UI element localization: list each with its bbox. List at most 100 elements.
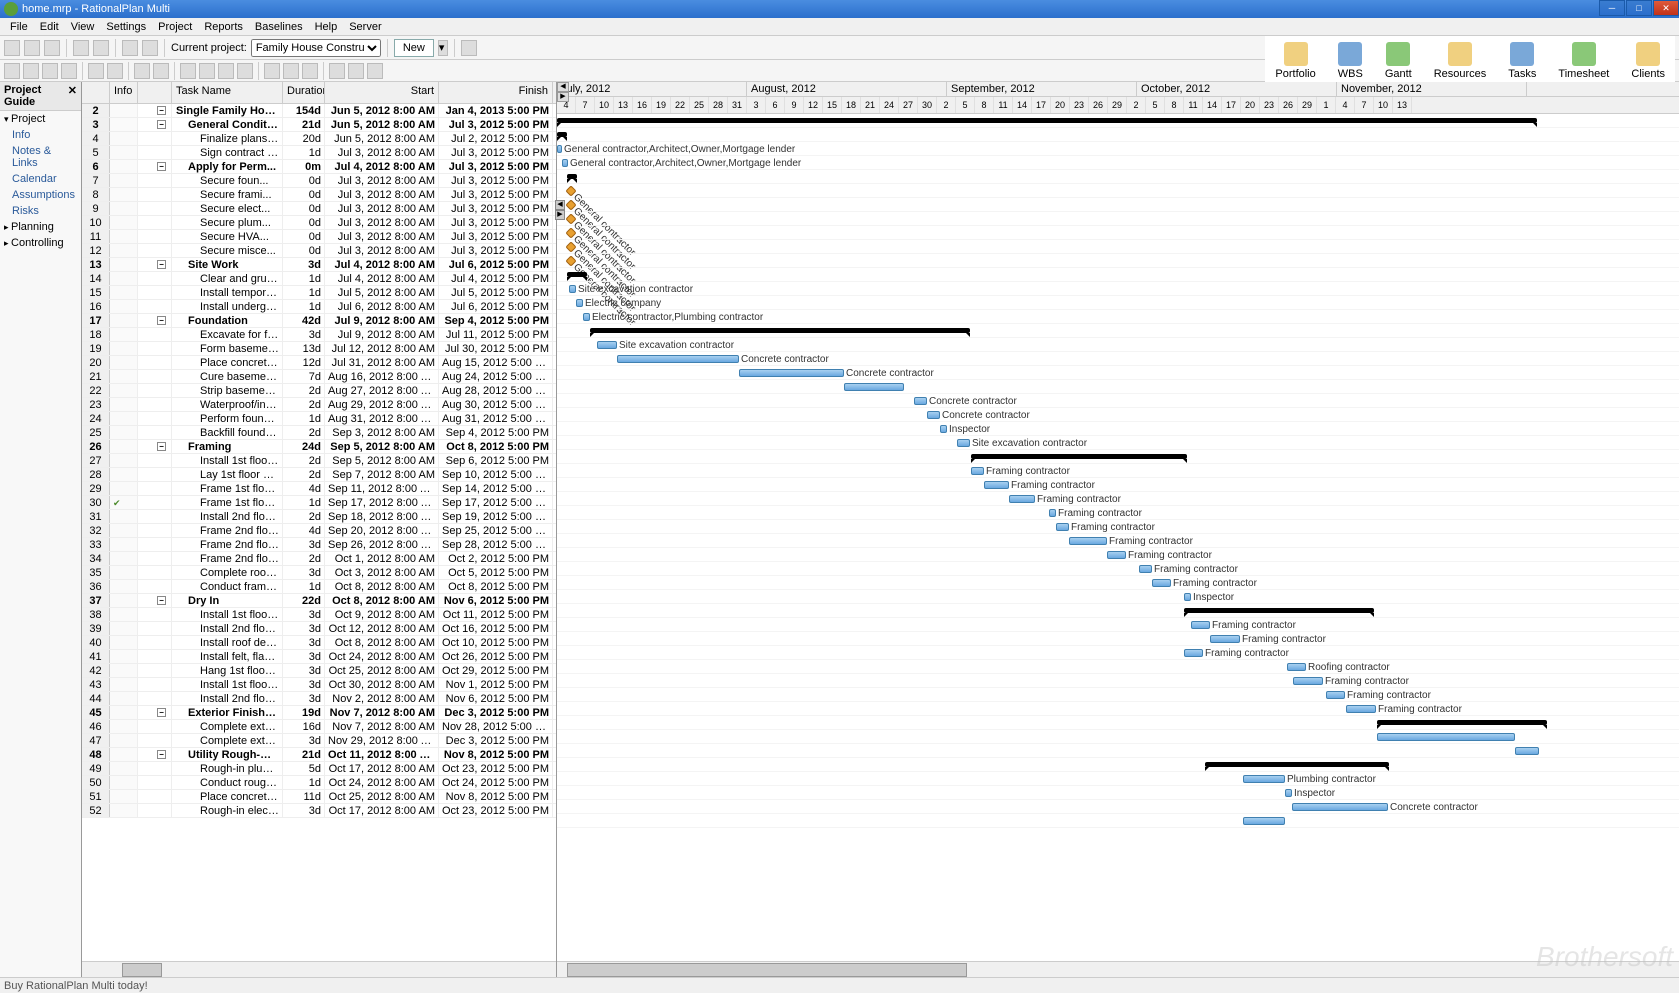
attach-icon[interactable] xyxy=(461,40,477,56)
table-row[interactable]: 3−General Condition...21dJun 5, 2012 8:0… xyxy=(82,118,556,132)
resources-view-button[interactable]: Resources xyxy=(1428,40,1493,82)
portfolio-view-button[interactable]: Portfolio xyxy=(1269,40,1321,82)
table-row[interactable]: 15Install temporar...1dJul 5, 2012 8:00 … xyxy=(82,286,556,300)
table-row[interactable]: 7Secure foun...0dJul 3, 2012 8:00 AMJul … xyxy=(82,174,556,188)
collapse-icon[interactable]: − xyxy=(157,750,166,759)
minimize-button[interactable]: ─ xyxy=(1599,0,1625,16)
collapse-icon[interactable]: − xyxy=(157,316,166,325)
col-duration[interactable]: Duration xyxy=(283,82,325,103)
milestone-marker[interactable]: General contractor xyxy=(565,199,576,210)
task-bar[interactable]: Site excavation contractor xyxy=(569,285,576,293)
preview-icon[interactable] xyxy=(93,40,109,56)
task-bar[interactable]: Framing contractor xyxy=(1346,705,1376,713)
table-row[interactable]: 30✔Frame 1st floor c...1dSep 17, 2012 8:… xyxy=(82,496,556,510)
summary-bar[interactable] xyxy=(567,272,587,277)
table-row[interactable]: 16Install undergro...1dJul 6, 2012 8:00 … xyxy=(82,300,556,314)
summary-bar[interactable] xyxy=(971,454,1187,459)
save-icon[interactable] xyxy=(44,40,60,56)
task-bar[interactable]: Concrete contractor xyxy=(927,411,940,419)
task-bar[interactable]: Site excavation contractor xyxy=(957,439,970,447)
task-bar[interactable]: General contractor,Architect,Owner,Mortg… xyxy=(562,159,568,167)
table-row[interactable]: 47Complete exteri...3dNov 29, 2012 8:00 … xyxy=(82,734,556,748)
table-row[interactable]: 34Frame 2nd floor ...2dOct 1, 2012 8:00 … xyxy=(82,552,556,566)
table-row[interactable]: 36Conduct framing...1dOct 8, 2012 8:00 A… xyxy=(82,580,556,594)
indent-icon[interactable] xyxy=(23,63,39,79)
link-icon[interactable] xyxy=(134,63,150,79)
collapse-icon[interactable]: − xyxy=(157,708,166,717)
tree-calendar[interactable]: Calendar xyxy=(0,171,81,187)
table-row[interactable]: 48−Utility Rough-B97...21dOct 11, 2012 8… xyxy=(82,748,556,762)
menu-baselines[interactable]: Baselines xyxy=(249,21,309,33)
collapse-icon[interactable]: − xyxy=(157,260,166,269)
new-button[interactable]: New xyxy=(394,39,434,57)
tree-project[interactable]: Project xyxy=(0,111,81,127)
grid-hscroll[interactable] xyxy=(82,961,556,977)
task-bar[interactable] xyxy=(844,383,904,391)
summary-bar[interactable] xyxy=(590,328,970,333)
project-select[interactable]: Family House Construction xyxy=(251,39,381,57)
table-row[interactable]: 32Frame 2nd floor ...4dSep 20, 2012 8:00… xyxy=(82,524,556,538)
tree-info[interactable]: Info xyxy=(0,127,81,143)
table-row[interactable]: 24Perform foundati...1dAug 31, 2012 8:00… xyxy=(82,412,556,426)
summary-bar[interactable] xyxy=(1205,762,1389,767)
table-row[interactable]: 26−Framing24dSep 5, 2012 8:00 AMOct 8, 2… xyxy=(82,440,556,454)
collapse-icon[interactable]: − xyxy=(157,106,166,115)
task-bar[interactable]: Framing contractor xyxy=(1184,649,1203,657)
collapse-left-icon[interactable]: ◀ xyxy=(557,82,569,92)
table-row[interactable]: 35Complete roof fr...3dOct 3, 2012 8:00 … xyxy=(82,566,556,580)
table-row[interactable]: 13−Site Work3dJul 4, 2012 8:00 AMJul 6, … xyxy=(82,258,556,272)
col-info[interactable]: Info xyxy=(110,82,138,103)
table-row[interactable]: 20Place concrete f...12dJul 31, 2012 8:0… xyxy=(82,356,556,370)
menu-settings[interactable]: Settings xyxy=(100,21,152,33)
tree-assumptions[interactable]: Assumptions xyxy=(0,187,81,203)
milestone-marker[interactable]: General contractor xyxy=(565,227,576,238)
table-row[interactable]: 52Rough-in electric...3dOct 17, 2012 8:0… xyxy=(82,804,556,818)
tasks-view-button[interactable]: Tasks xyxy=(1502,40,1542,82)
expand-right-icon[interactable]: ▶ xyxy=(557,92,569,102)
table-row[interactable]: 27Install 1st floor j...2dSep 5, 2012 8:… xyxy=(82,454,556,468)
table-row[interactable]: 14Clear and grub l...1dJul 4, 2012 8:00 … xyxy=(82,272,556,286)
table-row[interactable]: 6−Apply for Perm...0mJul 4, 2012 8:00 AM… xyxy=(82,160,556,174)
task-bar[interactable]: Plumbing contractor xyxy=(1243,775,1285,783)
table-row[interactable]: 50Conduct rough-i...1dOct 24, 2012 8:00 … xyxy=(82,776,556,790)
menu-help[interactable]: Help xyxy=(309,21,344,33)
table-row[interactable]: 41Install felt, flashi...3dOct 24, 2012 … xyxy=(82,650,556,664)
col-finish[interactable]: Finish xyxy=(439,82,553,103)
gantt-hscroll[interactable] xyxy=(557,961,1679,977)
task-bar[interactable]: Framing contractor xyxy=(1049,509,1056,517)
table-row[interactable]: 40Install roof deck...3dOct 8, 2012 8:00… xyxy=(82,636,556,650)
menu-server[interactable]: Server xyxy=(343,21,387,33)
table-row[interactable]: 46Complete exteri...16dNov 7, 2012 8:00 … xyxy=(82,720,556,734)
new-file-icon[interactable] xyxy=(4,40,20,56)
table-row[interactable]: 37−Dry In22dOct 8, 2012 8:00 AMNov 6, 20… xyxy=(82,594,556,608)
task-bar[interactable] xyxy=(1243,817,1285,825)
task-bar[interactable]: Framing contractor xyxy=(1210,635,1240,643)
col-start[interactable]: Start xyxy=(325,82,439,103)
menu-reports[interactable]: Reports xyxy=(198,21,249,33)
table-row[interactable]: 31Install 2nd floor j...2dSep 18, 2012 8… xyxy=(82,510,556,524)
collapse-icon[interactable]: − xyxy=(157,596,166,605)
outdent-icon[interactable] xyxy=(4,63,20,79)
menu-project[interactable]: Project xyxy=(152,21,198,33)
milestone-marker[interactable]: General contractor xyxy=(565,241,576,252)
clients-view-button[interactable]: Clients xyxy=(1625,40,1671,82)
expand-icon[interactable] xyxy=(88,63,104,79)
task-bar[interactable]: Concrete contractor xyxy=(739,369,844,377)
table-row[interactable]: 9Secure elect...0dJul 3, 2012 8:00 AMJul… xyxy=(82,202,556,216)
task-bar[interactable]: Roofing contractor xyxy=(1287,663,1306,671)
collapse-icon[interactable]: − xyxy=(157,120,166,129)
unlink-icon[interactable] xyxy=(153,63,169,79)
task-bar[interactable]: Concrete contractor xyxy=(617,355,739,363)
table-row[interactable]: 38Install 1st floor s...3dOct 9, 2012 8:… xyxy=(82,608,556,622)
print-icon[interactable] xyxy=(73,40,89,56)
task-bar[interactable]: Inspector xyxy=(1184,593,1191,601)
task-bar[interactable] xyxy=(1515,747,1539,755)
table-row[interactable]: 43Install 1st floor ...3dOct 30, 2012 8:… xyxy=(82,678,556,692)
summary-bar[interactable] xyxy=(557,118,1537,123)
task-bar[interactable]: General contractor,Architect,Owner,Mortg… xyxy=(557,145,562,153)
grid-icon[interactable] xyxy=(367,63,383,79)
close-panel-icon[interactable]: ✕ xyxy=(68,84,77,108)
zoomin-icon[interactable] xyxy=(264,63,280,79)
summary-bar[interactable] xyxy=(1184,608,1374,613)
copy-icon[interactable] xyxy=(218,63,234,79)
